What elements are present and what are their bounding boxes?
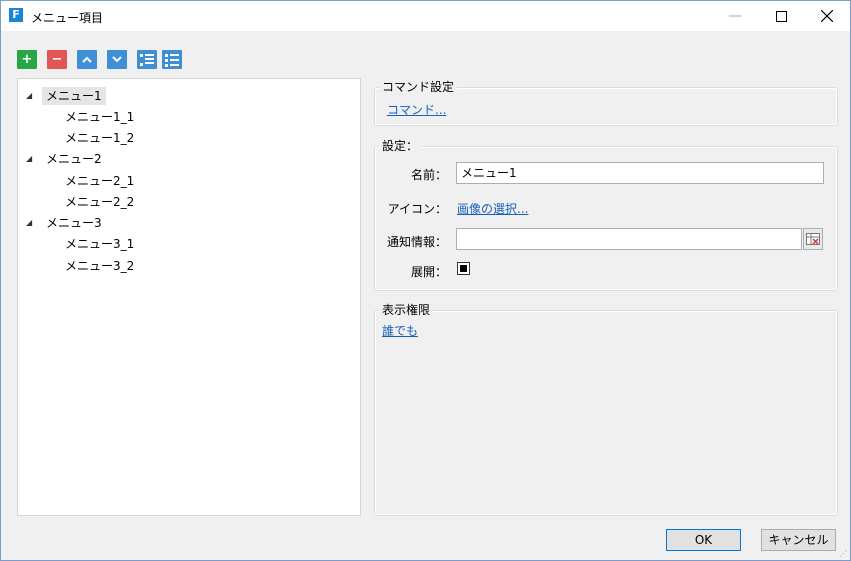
- title-bar: F メニュー項目 —: [1, 1, 850, 31]
- maximize-icon: [775, 10, 787, 22]
- expand-arrow-icon[interactable]: ◢: [26, 150, 32, 168]
- window-title: メニュー項目: [31, 11, 104, 25]
- tree-item-menu3-1[interactable]: メニュー3_1: [61, 235, 138, 253]
- notification-picker-button[interactable]: [803, 228, 823, 250]
- menu-tree[interactable]: ◢ メニュー1 メニュー1_1 メニュー1_2 ◢ メニュー2 メニュー2_1 …: [17, 78, 361, 516]
- expand-arrow-icon[interactable]: ◢: [26, 87, 32, 105]
- tree-item-label: メニュー2_2: [65, 195, 135, 209]
- checkbox-fill-icon: [460, 265, 467, 272]
- tree-item-label: メニュー2_1: [65, 174, 135, 188]
- tree-item-label: メニュー1_2: [65, 131, 135, 145]
- permission-group: 表示権限 誰でも: [374, 301, 838, 516]
- tree-item-label: メニュー2: [46, 152, 102, 166]
- tree-item-menu2-1[interactable]: メニュー2_1: [61, 172, 138, 190]
- tree-item-menu1-1[interactable]: メニュー1_1: [61, 108, 138, 126]
- chevron-up-icon: [82, 56, 92, 63]
- permission-link[interactable]: 誰でも: [382, 322, 418, 339]
- settings-title: 設定：: [379, 137, 422, 154]
- add-item-button[interactable]: +: [17, 50, 37, 69]
- table-picker-icon: [806, 233, 820, 245]
- cancel-button[interactable]: キャンセル: [761, 529, 836, 551]
- tree-item-label: メニュー1_1: [65, 110, 135, 124]
- resize-grip-icon[interactable]: ⋰: [839, 549, 847, 558]
- tree-item-menu2-2[interactable]: メニュー2_2: [61, 193, 138, 211]
- ok-button[interactable]: OK: [666, 529, 741, 551]
- tree-item-menu3[interactable]: ◢ メニュー3: [26, 214, 106, 232]
- move-down-button[interactable]: [107, 50, 127, 69]
- select-image-link[interactable]: 画像の選択...: [457, 200, 528, 217]
- permission-title: 表示権限: [379, 301, 434, 318]
- close-icon: [821, 10, 833, 22]
- minus-icon: −: [51, 52, 63, 67]
- chevron-down-icon: [112, 56, 122, 63]
- tree-item-menu3-2[interactable]: メニュー3_2: [61, 257, 138, 275]
- name-label: 名前：: [410, 168, 447, 182]
- tree-item-label: メニュー1: [42, 87, 106, 105]
- tree-item-label: メニュー3_2: [65, 259, 135, 273]
- outdent-button[interactable]: [162, 50, 182, 69]
- indent-button[interactable]: [137, 50, 157, 69]
- dialog-window: F メニュー項目 — + − ◢ メニュー1 メニュー1_1 メニュー1_2 ◢…: [0, 0, 851, 561]
- tree-item-label: メニュー3: [46, 216, 102, 230]
- minimize-button[interactable]: —: [712, 1, 758, 31]
- move-up-button[interactable]: [77, 50, 97, 69]
- expand-arrow-icon[interactable]: ◢: [26, 214, 32, 232]
- icon-label: アイコン：: [387, 202, 447, 216]
- close-button[interactable]: [804, 1, 850, 31]
- maximize-button[interactable]: [758, 1, 804, 31]
- tree-item-menu2[interactable]: ◢ メニュー2: [26, 150, 106, 168]
- tree-item-menu1-2[interactable]: メニュー1_2: [61, 129, 138, 147]
- tree-item-menu1[interactable]: ◢ メニュー1: [26, 87, 106, 105]
- notification-input[interactable]: [456, 228, 802, 250]
- notification-label: 通知情報：: [386, 235, 447, 249]
- app-logo-icon: F: [9, 8, 23, 22]
- remove-item-button[interactable]: −: [47, 50, 67, 69]
- command-settings-group: コマンド設定 コマンド...: [374, 78, 838, 126]
- expand-checkbox[interactable]: [457, 262, 470, 275]
- outdent-icon: [165, 53, 179, 67]
- command-link[interactable]: コマンド...: [387, 101, 446, 118]
- expand-label: 展開：: [410, 265, 447, 279]
- indent-icon: [140, 53, 154, 66]
- plus-icon: +: [21, 52, 33, 67]
- tree-item-label: メニュー3_1: [65, 237, 135, 251]
- command-settings-title: コマンド設定: [379, 78, 458, 95]
- name-input[interactable]: メニュー1: [456, 162, 824, 184]
